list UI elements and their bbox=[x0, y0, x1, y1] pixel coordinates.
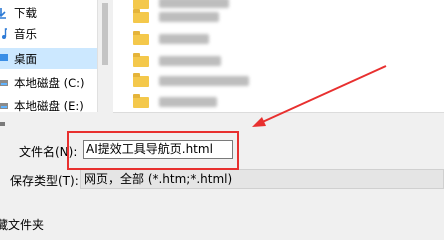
annotation-arrow-icon bbox=[252, 65, 387, 127]
